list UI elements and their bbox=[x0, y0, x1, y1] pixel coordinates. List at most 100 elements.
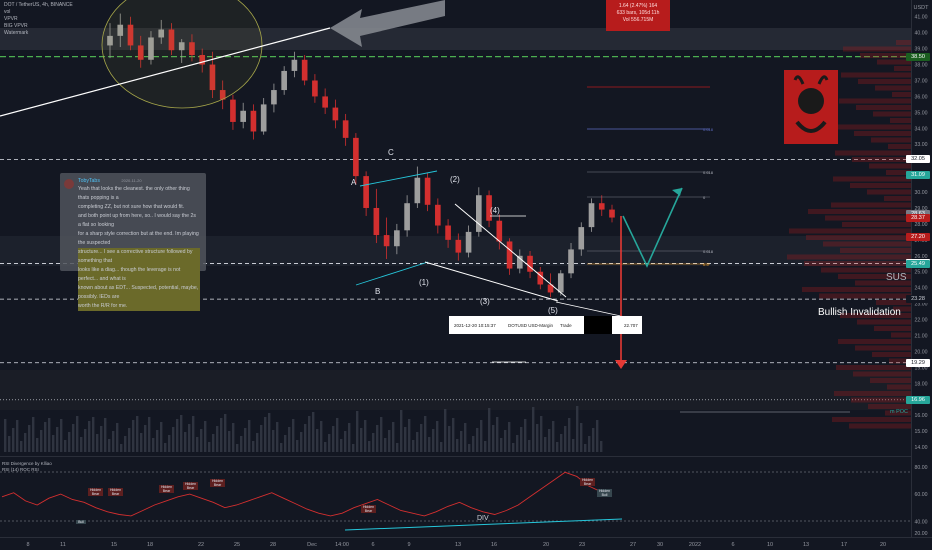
profile-bar bbox=[825, 215, 911, 221]
candle-body bbox=[394, 230, 400, 247]
volume-bar bbox=[28, 425, 31, 452]
price-tick-label: 25.00 bbox=[915, 270, 928, 276]
volume-bar bbox=[52, 435, 55, 452]
volume-bar bbox=[340, 439, 343, 452]
volume-bar bbox=[196, 437, 199, 452]
price-tick-label: 21.00 bbox=[915, 333, 928, 339]
time-tick-label: 13 bbox=[803, 542, 809, 548]
price-axis-currency: USDT bbox=[914, 5, 930, 11]
volume-bar bbox=[108, 439, 111, 452]
profile-bar bbox=[869, 163, 911, 169]
volume-bar bbox=[536, 424, 539, 452]
profile-bar bbox=[875, 85, 911, 91]
profile-bar bbox=[896, 40, 911, 45]
legend-big-vpvr[interactable]: BIG VPVR bbox=[4, 23, 28, 29]
volume-bar bbox=[104, 418, 107, 452]
comment-line-4: for a sharp style correction but at the … bbox=[78, 231, 199, 246]
volume-bar bbox=[212, 434, 215, 452]
wave-label-2: (2) bbox=[450, 175, 460, 184]
volume-bar bbox=[192, 416, 195, 452]
time-tick-label: 27 bbox=[630, 542, 636, 548]
volume-bar bbox=[532, 407, 535, 452]
profile-bar bbox=[891, 332, 911, 338]
profile-bar bbox=[890, 118, 911, 123]
time-tick-label: 22 bbox=[198, 542, 204, 548]
volume-bar bbox=[580, 423, 583, 452]
comment-author[interactable]: TobyTabs bbox=[78, 178, 100, 184]
candle-body bbox=[588, 203, 595, 228]
wave-label-1: (1) bbox=[419, 278, 429, 287]
volume-bar bbox=[44, 422, 47, 452]
volume-bar bbox=[508, 422, 511, 452]
legend-symbol[interactable]: DOT / TetherUS, 4h, BINANCE bbox=[4, 2, 73, 8]
comment-card: TobyTabs 2020-11-20 Yeah that looks the … bbox=[60, 173, 206, 311]
volume-bar bbox=[136, 416, 139, 452]
price-tick-label: 16.00 bbox=[915, 413, 928, 419]
price-tick-label: 22.00 bbox=[915, 318, 928, 324]
volume-bar bbox=[332, 426, 335, 452]
rsi-tag: Hidden Bear bbox=[210, 479, 225, 487]
profile-bar bbox=[871, 137, 911, 143]
volume-bar bbox=[568, 418, 571, 452]
comment-line-6: looks like a diag... though the leverage… bbox=[78, 266, 200, 284]
profile-bar bbox=[836, 365, 911, 370]
profile-bar bbox=[858, 79, 911, 84]
volume-bar bbox=[424, 416, 427, 452]
volume-bar bbox=[12, 428, 15, 452]
volume-bar bbox=[336, 418, 339, 452]
volume-bar bbox=[392, 422, 395, 452]
price-tick-label: 41.00 bbox=[915, 15, 928, 21]
callout-line-1: 1.64 (2.47%) 164 bbox=[618, 3, 658, 9]
volume-bar bbox=[116, 423, 119, 452]
profile-bar bbox=[867, 189, 911, 195]
legend-vpvr[interactable]: VPVR bbox=[4, 16, 18, 22]
rsi-tag: Hidden Bull bbox=[597, 489, 612, 497]
volume-bar bbox=[72, 424, 75, 452]
volume-bar bbox=[284, 435, 287, 452]
time-tick-label: 28 bbox=[270, 542, 276, 548]
rsi-pane bbox=[0, 457, 911, 537]
legend-watermark[interactable]: Watermark bbox=[4, 30, 28, 36]
volume-bar bbox=[364, 420, 367, 452]
price-tag: 38.50 bbox=[906, 52, 930, 61]
mpoc-label: m POC bbox=[890, 409, 909, 415]
time-tick-label: 6 bbox=[731, 542, 734, 548]
profile-bar bbox=[851, 397, 911, 403]
volume-bar bbox=[352, 444, 355, 452]
volume-bar bbox=[428, 437, 431, 452]
legend-vol[interactable]: vol bbox=[4, 9, 10, 15]
profile-bar bbox=[802, 287, 911, 292]
profile-bar bbox=[841, 72, 911, 78]
profile-bar bbox=[819, 293, 911, 299]
volume-bar bbox=[408, 419, 411, 452]
bullish-invalidation-label: Bullish Invalidation bbox=[818, 307, 901, 318]
volume-bar bbox=[160, 422, 163, 452]
volume-bar bbox=[244, 428, 247, 452]
volume-bar bbox=[268, 413, 271, 452]
price-tick-label: 30.00 bbox=[915, 190, 928, 196]
profile-bar bbox=[850, 183, 911, 188]
candle-body bbox=[455, 239, 462, 253]
profile-bar bbox=[834, 391, 911, 396]
candle-body bbox=[578, 227, 585, 250]
volume-bar bbox=[472, 436, 475, 452]
volume-bar bbox=[276, 422, 279, 452]
time-tick-label: 25 bbox=[234, 542, 240, 548]
volume-bar bbox=[292, 419, 295, 452]
volume-bar bbox=[200, 429, 203, 452]
volume-bar bbox=[444, 409, 447, 452]
volume-bar bbox=[32, 417, 35, 452]
price-tag: 32.05 bbox=[906, 155, 930, 164]
time-tick-label: 10 bbox=[767, 542, 773, 548]
time-tick-label: 2022 bbox=[689, 542, 701, 548]
volume-bar bbox=[100, 426, 103, 452]
profile-bar bbox=[823, 241, 911, 247]
volume-bar bbox=[500, 438, 503, 452]
candle-body bbox=[271, 90, 277, 105]
rsi-title[interactable]: RSI Divergence by Klliao bbox=[2, 461, 52, 466]
volume-bar bbox=[64, 440, 67, 452]
volume-bar bbox=[588, 436, 591, 452]
price-tick-label: 36.00 bbox=[915, 94, 928, 100]
volume-bar bbox=[420, 424, 423, 452]
volume-bar bbox=[440, 442, 443, 452]
